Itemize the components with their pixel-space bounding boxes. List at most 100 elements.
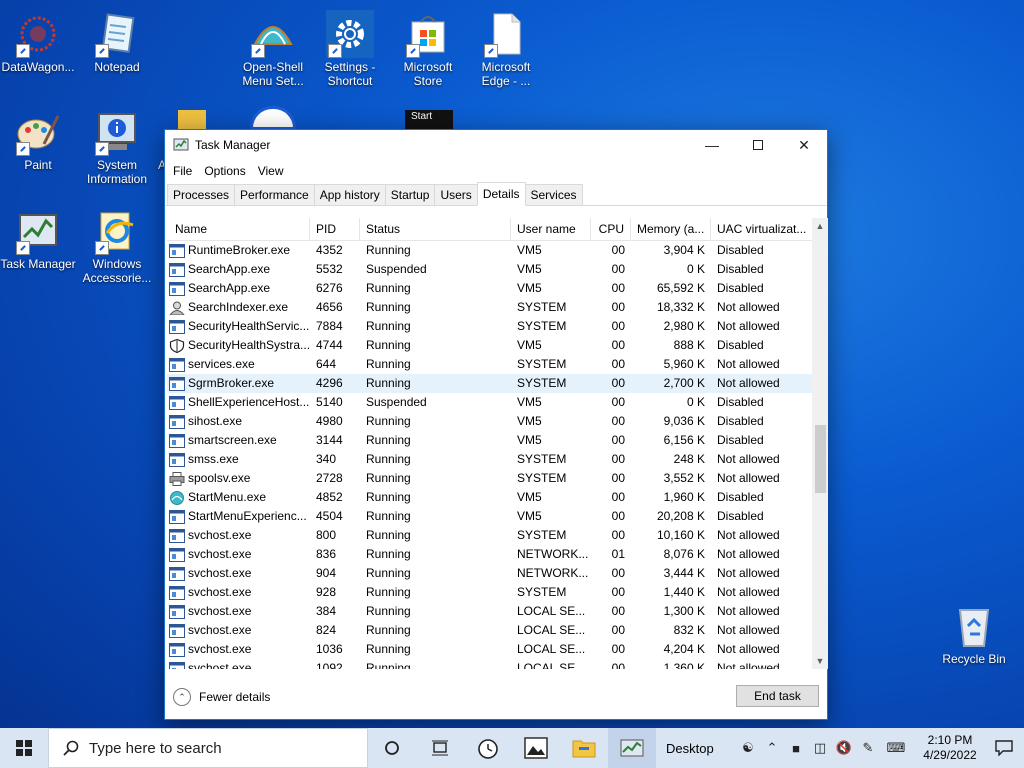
table-row[interactable]: ShellExperienceHost.... 5140 Suspended VM5 0… [167, 393, 813, 412]
end-task-button[interactable]: End task [736, 685, 819, 707]
table-row[interactable]: svchost.exe 1036 Running LOCAL SE... 00 4,204… [167, 640, 813, 659]
table-row[interactable]: sihost.exe 4980 Running VM5 00 9,036 K Disable… [167, 412, 813, 431]
taskbar-alarms-app[interactable] [464, 728, 512, 768]
cell-cpu: 00 [611, 490, 625, 504]
desktop-icon-notepad[interactable]: Notepad [79, 10, 155, 74]
table-row[interactable]: SgrmBroker.exe 4296 Running SYSTEM 00 2,700 K… [167, 374, 813, 393]
desktop-icon-edge[interactable]: Microsoft Edge - ... [468, 10, 544, 88]
maximize-button[interactable] [735, 130, 781, 160]
folder-icon[interactable] [178, 110, 206, 130]
cell-uac-virtualization: Disabled [717, 433, 764, 447]
cortana-button[interactable] [368, 728, 416, 768]
cell-memory: 888 K [673, 338, 705, 352]
process-window-icon [169, 452, 185, 467]
table-row[interactable]: SecurityHealthSystra... 4744 Running VM5 00 8… [167, 336, 813, 355]
column-header-memory[interactable]: Memory (a... [631, 218, 711, 240]
cell-memory: 8,076 K [663, 547, 705, 561]
table-row[interactable]: RuntimeBroker.exe 4352 Running VM5 00 3,904 K… [167, 241, 813, 260]
table-row[interactable]: StartMenuExperienc... 4504 Running VM5 00 20,… [167, 507, 813, 526]
window-footer: ⌃ Fewer details End task [165, 675, 827, 719]
cell-status: Running [366, 490, 411, 504]
taskbar-file-explorer[interactable] [560, 728, 608, 768]
process-window-icon [169, 262, 185, 277]
cell-memory: 2,980 K [663, 319, 705, 333]
title-bar[interactable]: Task Manager — ✕ [165, 130, 827, 160]
task-view-button[interactable] [416, 728, 464, 768]
desktop-icon-datawagon[interactable]: DataWagon... [0, 10, 76, 74]
column-header-uac-virtualization[interactable]: UAC virtualizat... [711, 218, 813, 240]
scroll-up-arrow-icon[interactable]: ▲ [812, 218, 828, 234]
column-header-status[interactable]: Status [360, 218, 511, 240]
keyboard-icon[interactable]: ⌨ [880, 740, 912, 756]
column-header-pid[interactable]: PID [310, 218, 360, 240]
desktop-icon-system-information[interactable]: System Information [79, 108, 155, 186]
desktop-icon-windows-accessories[interactable]: Windows Accessorie... [79, 207, 155, 285]
desktop-icon-store[interactable]: Microsoft Store [390, 10, 466, 88]
scrollbar-thumb[interactable] [815, 425, 826, 493]
taskbar-photos-app[interactable] [512, 728, 560, 768]
table-row[interactable]: svchost.exe 904 Running NETWORK... 00 3,444 K… [167, 564, 813, 583]
clock[interactable]: 2:10 PM 4/29/2022 [916, 733, 984, 763]
menu-file[interactable]: File [167, 164, 198, 178]
cell-user-name: SYSTEM [517, 319, 567, 333]
volume-muted-icon[interactable]: 🔇 [832, 740, 856, 756]
start-button[interactable] [0, 728, 48, 768]
table-row[interactable]: svchost.exe 1092 Running LOCAL SE... 00 1,360… [167, 659, 813, 669]
table-row[interactable]: SecurityHealthServic... 7884 Running SYSTEM… [167, 317, 813, 336]
table-row[interactable]: svchost.exe 836 Running NETWORK... 01 8,076 K… [167, 545, 813, 564]
tab-app-history[interactable]: App history [313, 184, 386, 205]
table-row[interactable]: svchost.exe 824 Running LOCAL SE... 00 832 K N… [167, 621, 813, 640]
cell-name: spoolsv.exe [167, 469, 310, 488]
cell-pid: 4980 [316, 414, 343, 428]
cell-user-name: SYSTEM [517, 376, 567, 390]
start-tile[interactable]: Start [405, 110, 453, 130]
task-manager-window[interactable]: Task Manager — ✕ File Options View Proce… [164, 129, 828, 720]
cell-uac-virtualization: Not allowed [717, 566, 780, 580]
menu-options[interactable]: Options [198, 164, 251, 178]
table-row[interactable]: SearchApp.exe 6276 Running VM5 00 65,592 K Dis… [167, 279, 813, 298]
menu-view[interactable]: View [252, 164, 290, 178]
taskbar-search-box[interactable]: Type here to search [48, 728, 368, 768]
close-button[interactable]: ✕ [781, 130, 827, 160]
desktop-icon-settings[interactable]: Settings - Shortcut [312, 10, 388, 88]
table-row[interactable]: StartMenu.exe 4852 Running VM5 00 1,960 K Disa… [167, 488, 813, 507]
tab-startup[interactable]: Startup [384, 184, 436, 205]
table-row[interactable]: spoolsv.exe 2728 Running SYSTEM 00 3,552 K Not… [167, 469, 813, 488]
tab-users[interactable]: Users [434, 184, 478, 205]
minimize-button[interactable]: — [689, 130, 735, 160]
desktop-icon-openshell[interactable]: Open-Shell Menu Set... [235, 10, 311, 88]
alarm-clock-icon[interactable] [250, 106, 296, 130]
process-window-icon [169, 357, 185, 372]
table-row[interactable]: svchost.exe 384 Running LOCAL SE... 00 1,300 … [167, 602, 813, 621]
column-header-user-name[interactable]: User name [511, 218, 591, 240]
desktop-icon-paint[interactable]: Paint [0, 108, 76, 172]
cell-pid: 836 [316, 547, 337, 561]
tab-processes[interactable]: Processes [167, 184, 236, 205]
chevron-up-icon[interactable]: ⌃ [760, 740, 784, 756]
table-row[interactable]: SearchApp.exe 5532 Suspended VM5 00 0 K Disabl… [167, 260, 813, 279]
table-row[interactable]: SearchIndexer.exe 4656 Running SYSTEM 00 18,3… [167, 298, 813, 317]
tab-details[interactable]: Details [476, 182, 526, 206]
table-row[interactable]: smss.exe 340 Running SYSTEM 00 248 K Not allow… [167, 450, 813, 469]
fewer-details-button[interactable]: ⌃ Fewer details [173, 688, 270, 706]
people-icon[interactable]: ☯ [736, 740, 760, 756]
network-icon[interactable]: ◫ [808, 740, 832, 756]
task-view-icon [432, 740, 448, 756]
table-row[interactable]: svchost.exe 928 Running SYSTEM 00 1,440 K Not … [167, 583, 813, 602]
tab-performance[interactable]: Performance [234, 184, 315, 205]
desktop-toolbar-label[interactable]: Desktop [666, 741, 714, 756]
storage-icon[interactable]: ■ [784, 741, 808, 756]
desktop-icon-recycle-bin[interactable]: Recycle Bin [936, 602, 1012, 666]
table-row[interactable]: svchost.exe 800 Running SYSTEM 00 10,160 K Not… [167, 526, 813, 545]
cell-uac-virtualization: Disabled [717, 509, 764, 523]
vertical-scrollbar[interactable]: ▲ ▼ [812, 218, 828, 669]
taskbar-task-manager[interactable] [608, 728, 656, 768]
table-row[interactable]: smartscreen.exe 3144 Running VM5 00 6,156 K Di… [167, 431, 813, 450]
pen-icon[interactable]: ✎ [856, 740, 880, 756]
scroll-down-arrow-icon[interactable]: ▼ [812, 653, 828, 669]
tab-services[interactable]: Services [524, 184, 583, 205]
table-row[interactable]: services.exe 644 Running SYSTEM 00 5,960 K Not… [167, 355, 813, 374]
column-header-cpu[interactable]: CPU [591, 218, 631, 240]
desktop-icon-task-manager[interactable]: Task Manager [0, 207, 76, 271]
action-center-button[interactable] [984, 740, 1024, 756]
